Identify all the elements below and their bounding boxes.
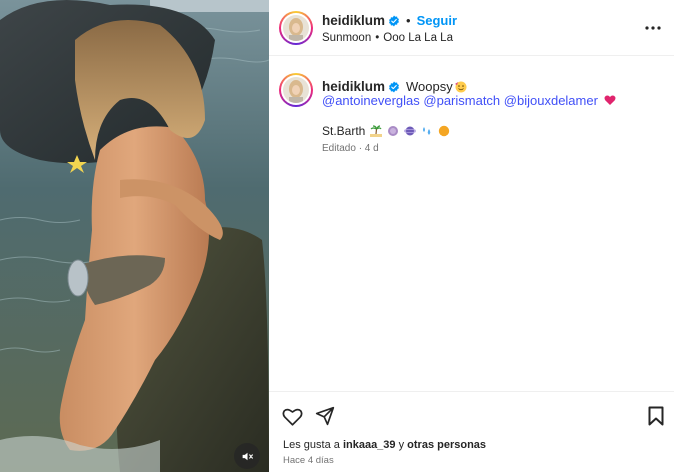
bookmark-icon	[648, 406, 664, 426]
post-header: heidiklum • Seguir Sunmoon • Ooo La La La	[269, 0, 674, 56]
more-options-button[interactable]	[639, 18, 667, 38]
header-separator: •	[406, 13, 411, 28]
audio-separator: •	[375, 32, 380, 44]
audio-artist: Ooo La La La	[383, 32, 453, 44]
verified-badge-icon	[389, 15, 400, 26]
likes-summary[interactable]: Les gusta a inkaaa_39 y otras personas	[283, 439, 486, 451]
post-side-panel: heidiklum • Seguir Sunmoon • Ooo La La La	[269, 0, 674, 472]
author-username[interactable]: heidiklum	[322, 13, 385, 28]
palm-tree-icon	[370, 125, 383, 137]
location-text: St.Barth	[322, 124, 366, 138]
header-title-line: heidiklum • Seguir	[322, 13, 457, 28]
post-actions-footer: Les gusta a inkaaa_39 y otras personas H…	[269, 391, 674, 472]
planet-emoji-icon	[404, 126, 417, 136]
follow-button[interactable]: Seguir	[417, 13, 457, 28]
heart-emoji-icon	[604, 95, 616, 105]
likes-middle: y	[395, 439, 408, 451]
water-droplets-icon	[423, 127, 431, 135]
caption-location-line: St.Barth	[322, 124, 450, 138]
save-button[interactable]	[644, 404, 668, 428]
edited-timestamp: Editado · 4 d	[322, 143, 379, 154]
likes-user[interactable]: inkaaa_39	[343, 439, 396, 451]
post-photo	[0, 0, 269, 472]
avatar-photo	[283, 77, 309, 103]
mute-button[interactable]	[234, 443, 260, 469]
shell-emoji-icon	[388, 126, 399, 136]
share-button[interactable]	[313, 404, 337, 428]
caption-mentions: @antoineverglas @parismatch @bijouxdelam…	[322, 93, 616, 108]
paper-plane-icon	[315, 406, 335, 426]
caption-username[interactable]: heidiklum	[322, 79, 385, 94]
like-button[interactable]	[280, 404, 304, 428]
likes-others[interactable]: otras personas	[407, 439, 486, 451]
verified-badge-icon	[389, 81, 400, 92]
audio-track: Sunmoon	[322, 32, 372, 44]
audio-attribution[interactable]: Sunmoon • Ooo La La La	[322, 32, 453, 44]
caption-first-line: heidiklum Woopsy	[322, 79, 467, 94]
likes-prefix: Les gusta a	[283, 439, 343, 451]
speaker-muted-icon	[242, 452, 253, 460]
heart-icon	[282, 408, 302, 426]
smiling-face-with-party-horn-icon	[454, 81, 467, 92]
author-avatar[interactable]	[279, 11, 313, 45]
avatar-photo	[283, 15, 309, 41]
mention-link[interactable]: @antoineverglas	[322, 93, 420, 108]
post-media[interactable]	[0, 0, 269, 472]
mention-link[interactable]: @bijouxdelamer	[504, 93, 598, 108]
post-timestamp: Hace 4 días	[283, 455, 334, 466]
caption-text: Woopsy	[406, 79, 453, 94]
sun-emoji-icon	[439, 125, 450, 137]
caption-author-avatar[interactable]	[279, 73, 313, 107]
mention-link[interactable]: @parismatch	[423, 93, 500, 108]
more-options-icon	[645, 26, 661, 30]
